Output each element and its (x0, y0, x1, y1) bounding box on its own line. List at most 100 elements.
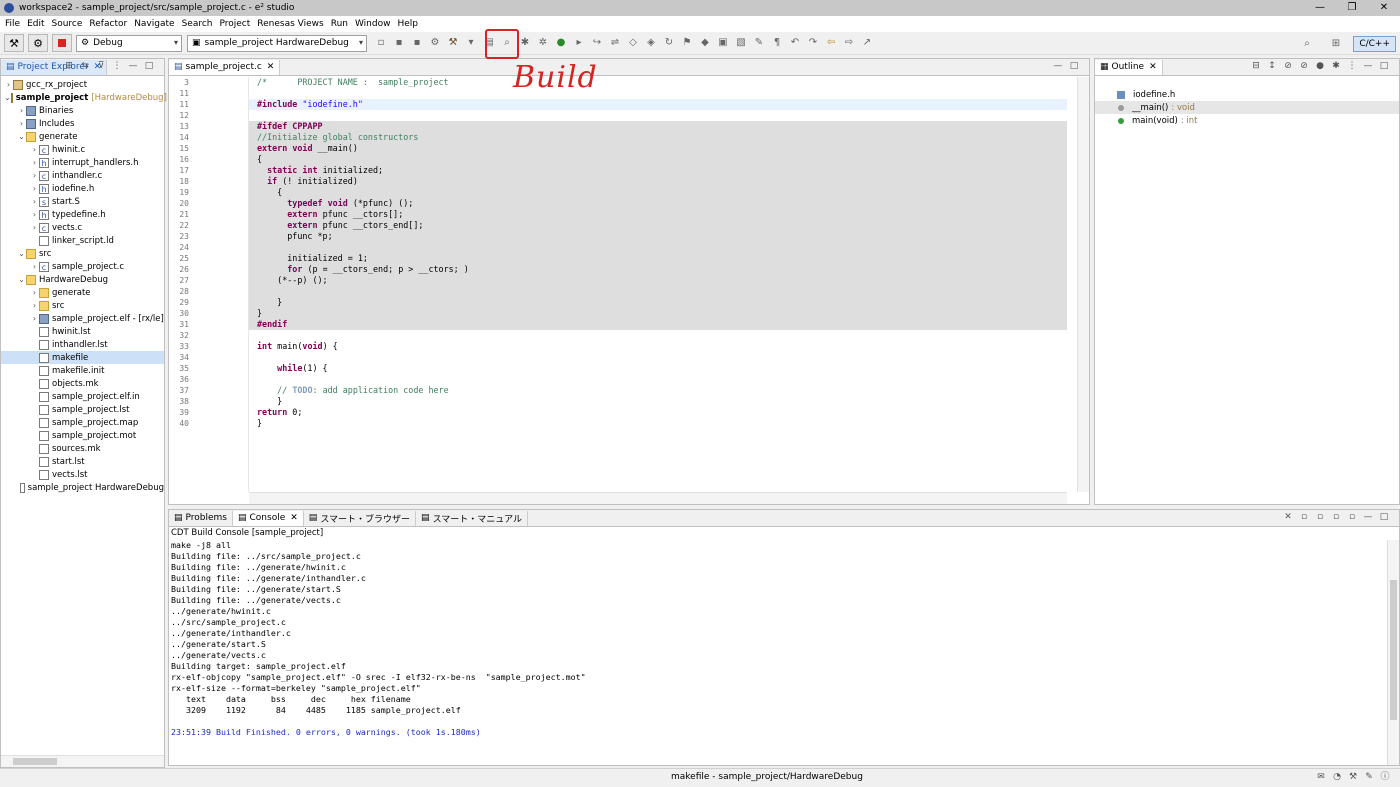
chevron-down-icon[interactable]: ⌄ (17, 275, 26, 284)
chevron-right-icon[interactable]: › (30, 210, 39, 219)
minimize-view-icon[interactable]: — (1053, 61, 1063, 71)
outline-item[interactable]: __main(): void (1095, 101, 1399, 114)
search-icon[interactable]: ⌕ (1301, 38, 1313, 50)
tree-item[interactable]: › c vects.c (1, 221, 164, 234)
hide-nonpublic-icon[interactable]: ● (1315, 61, 1325, 71)
menu-navigate[interactable]: Navigate (134, 19, 174, 29)
menu-source[interactable]: Source (52, 19, 83, 29)
launch-config-combo[interactable]: ▣ sample_project HardwareDebug ▾ (187, 34, 367, 52)
chevron-right-icon[interactable]: › (4, 80, 13, 89)
maximize-view-icon[interactable]: □ (144, 61, 154, 71)
minimize-view-icon[interactable]: — (128, 61, 138, 71)
chevron-down-icon[interactable]: ⌄ (17, 132, 26, 141)
perspective-cpp-button[interactable]: C/C++ (1353, 36, 1396, 52)
save-all-icon[interactable]: ▪ (411, 37, 423, 49)
menu-project[interactable]: Project (219, 19, 250, 29)
collapse-all-icon[interactable]: ⊟ (64, 61, 74, 71)
hide-fields-icon[interactable]: ⊘ (1283, 61, 1293, 71)
tree-item[interactable]: sample_project HardwareDebug (1, 481, 164, 494)
chevron-right-icon[interactable]: › (30, 184, 39, 193)
tree-item[interactable]: sample_project.mot (1, 429, 164, 442)
chevron-down-icon[interactable]: ⌄ (17, 249, 26, 258)
tree-item[interactable]: ⌄ generate (1, 130, 164, 143)
close-icon[interactable]: ✕ (1149, 62, 1157, 72)
tree-item[interactable]: › generate (1, 286, 164, 299)
chevron-right-icon[interactable]: › (30, 301, 39, 310)
filter-icon[interactable]: ⊽ (96, 61, 106, 71)
clear-console-icon[interactable]: ✕ (1283, 512, 1293, 522)
tree-item[interactable]: › s start.S (1, 195, 164, 208)
menu-renesas-views[interactable]: Renesas Views (257, 19, 323, 29)
tree-item[interactable]: › c sample_project.c (1, 260, 164, 273)
edit-icon[interactable]: ✎ (1364, 772, 1374, 782)
tree-item[interactable]: › Includes (1, 117, 164, 130)
maximize-view-icon[interactable]: □ (1379, 61, 1389, 71)
menu-run[interactable]: Run (331, 19, 348, 29)
chevron-right-icon[interactable]: › (30, 158, 39, 167)
tree-item[interactable]: vects.lst (1, 468, 164, 481)
tree-item[interactable]: › gcc_rx_project (1, 78, 164, 91)
build-icon[interactable]: ⚒ (447, 37, 459, 49)
display-selected-icon[interactable]: ▫ (1331, 512, 1341, 522)
task-icon[interactable]: ✎ (753, 37, 765, 49)
tree-item[interactable]: › src (1, 299, 164, 312)
build-dropdown-icon[interactable]: ▾ (465, 37, 477, 49)
close-window-button[interactable]: ✕ (1368, 0, 1400, 16)
new-class-icon[interactable]: ◆ (699, 37, 711, 49)
chevron-right-icon[interactable]: › (30, 171, 39, 180)
close-icon[interactable]: ✕ (267, 62, 275, 72)
debug-icon[interactable]: ✲ (537, 37, 549, 49)
refresh-icon[interactable]: ↻ (663, 37, 675, 49)
editor-vscrollbar[interactable] (1077, 77, 1089, 492)
outline-item[interactable]: main(void): int (1095, 114, 1399, 127)
back-icon[interactable]: ⇦ (825, 37, 837, 49)
tree-item[interactable]: › c hwinit.c (1, 143, 164, 156)
tree-item[interactable]: ⌄ HardwareDebug (1, 273, 164, 286)
tree-item[interactable]: makefile.init (1, 364, 164, 377)
tree-item[interactable]: › Binaries (1, 104, 164, 117)
menu-window[interactable]: Window (355, 19, 391, 29)
tree-item[interactable]: ⌄ src (1, 247, 164, 260)
minimize-view-icon[interactable]: — (1363, 61, 1373, 71)
save-icon[interactable]: ▪ (393, 37, 405, 49)
maximize-view-icon[interactable]: □ (1379, 512, 1389, 522)
tree-item[interactable]: sample_project.lst (1, 403, 164, 416)
tab-problems[interactable]: ▤ Problems (169, 510, 233, 526)
tab-smart-browser[interactable]: ▤ スマート・ブラウザー (303, 510, 417, 526)
run-icon[interactable]: ● (555, 37, 567, 49)
scroll-thumb[interactable] (13, 758, 57, 765)
console-vscrollbar[interactable] (1387, 540, 1399, 765)
tree-item[interactable]: sources.mk (1, 442, 164, 455)
chevron-right-icon[interactable]: › (30, 314, 39, 323)
explorer-hscrollbar[interactable] (1, 755, 164, 767)
open-type-icon[interactable]: ▣ (717, 37, 729, 49)
chevron-down-icon[interactable]: ⌄ (4, 93, 11, 102)
tab-outline[interactable]: ▦ Outline ✕ (1095, 59, 1163, 75)
tree-item[interactable]: › sample_project.elf - [rx/le] (1, 312, 164, 325)
tree-item[interactable]: linker_script.ld (1, 234, 164, 247)
annotation-icon[interactable]: ¶ (771, 37, 783, 49)
menu-search[interactable]: Search (182, 19, 213, 29)
pin-icon[interactable]: ↗ (861, 37, 873, 49)
tree-item[interactable]: inthandler.lst (1, 338, 164, 351)
build-hammer-button[interactable]: ⚒ (4, 34, 24, 52)
view-menu-icon[interactable]: ⋮ (1347, 61, 1357, 71)
menu-file[interactable]: File (5, 19, 20, 29)
info-icon[interactable]: ⓘ (1380, 772, 1390, 782)
pin-console-icon[interactable]: ▫ (1315, 512, 1325, 522)
mark-icon[interactable]: ◇ (627, 37, 639, 49)
tree-item[interactable]: › h interrupt_handlers.h (1, 156, 164, 169)
chevron-right-icon[interactable]: › (30, 288, 39, 297)
menu-edit[interactable]: Edit (27, 19, 44, 29)
minimize-button[interactable]: — (1304, 0, 1336, 16)
collapse-all-icon[interactable]: ⊟ (1251, 61, 1261, 71)
tab-smart-manual[interactable]: ▤ スマート・マニュアル (416, 510, 529, 526)
maximize-button[interactable]: ❐ (1336, 0, 1368, 16)
external-tools-icon[interactable]: ▸ (573, 37, 585, 49)
build-status-icon[interactable]: ⚒ (1348, 772, 1358, 782)
link-editor-icon[interactable]: ⇆ (80, 61, 90, 71)
scroll-lock-icon[interactable]: ▫ (1299, 512, 1309, 522)
tag-icon[interactable]: ⚑ (681, 37, 693, 49)
step-icon[interactable]: ↪ (591, 37, 603, 49)
scroll-thumb[interactable] (1390, 580, 1397, 720)
